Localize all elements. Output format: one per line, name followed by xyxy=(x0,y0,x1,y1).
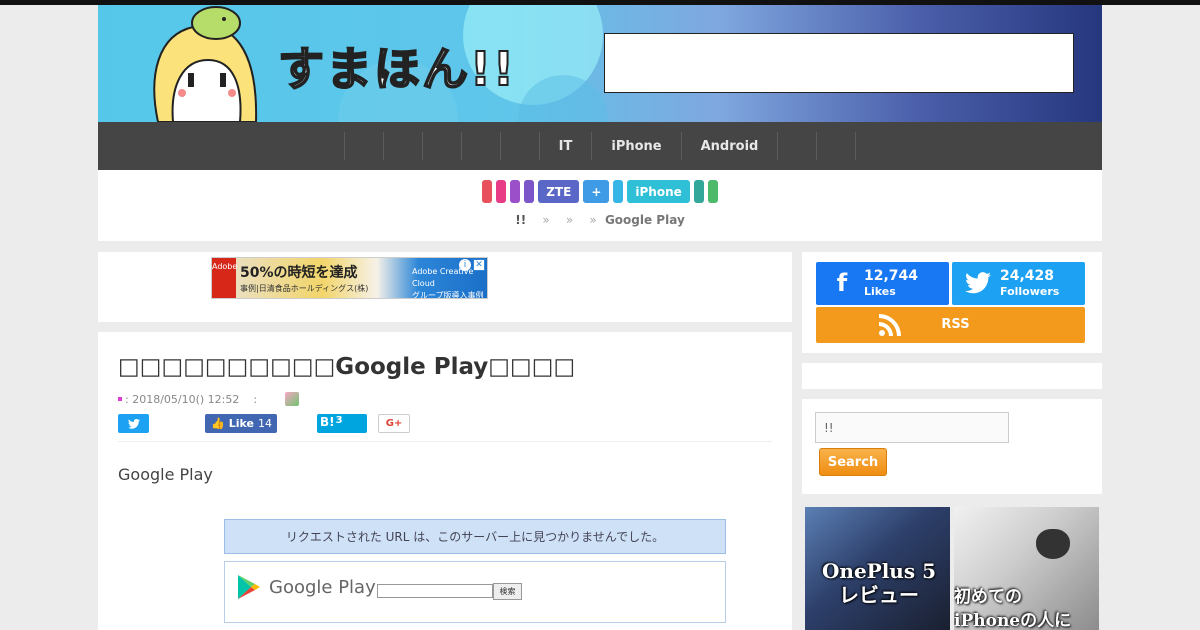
twitter-icon xyxy=(964,269,992,297)
tag-bar: ZTE + iPhone !! » » » Google Play xyxy=(98,170,1102,241)
thumbnail-caption: OnePlus 5 レビュー xyxy=(819,559,939,607)
breadcrumb-separator: » xyxy=(565,213,574,227)
twitter-label: Followers xyxy=(1000,285,1060,298)
google-play-search-button: 検索 xyxy=(493,583,522,600)
facebook-count: 12,744 xyxy=(864,268,919,284)
nav-item-iphone[interactable]: iPhone xyxy=(591,132,680,160)
tag-plus[interactable]: + xyxy=(583,180,610,203)
nav-item-10[interactable] xyxy=(816,132,857,160)
hatena-label: B! xyxy=(320,415,335,429)
thumbnail-caption-line1: 初めての xyxy=(954,587,1022,607)
nav-item-2[interactable] xyxy=(382,132,422,160)
thumbnail-caption-line2: iPhoneの人に xyxy=(954,611,1072,630)
nav-item-android[interactable]: Android xyxy=(680,132,778,160)
rss-label: RSS xyxy=(941,317,970,332)
adobe-logo: Adobe xyxy=(212,258,237,298)
sidebar: f 12,744 Likes 24,428 Followers RSS Sear… xyxy=(802,252,1102,494)
author-separator: : xyxy=(253,392,258,406)
date-bullet-icon xyxy=(118,397,122,401)
author-avatar[interactable] xyxy=(285,392,300,406)
breadcrumb-home[interactable]: !! xyxy=(515,213,526,227)
article: □□□□□□□□□□Google Play□□□□ : 2018/05/10()… xyxy=(98,332,792,630)
twitter-share-button[interactable] xyxy=(118,414,149,433)
facebook-like-button[interactable]: 👍 Like 14 xyxy=(205,414,277,433)
ad-subtext: 事例|日清食品ホールディングス(株) xyxy=(240,284,369,293)
main-column: Adobe 50%の時短を達成 事例|日清食品ホールディングス(株) Adobe… xyxy=(98,252,792,630)
tag-item-10[interactable] xyxy=(707,180,718,203)
breadcrumb-separator: » xyxy=(589,213,597,227)
thumbnail-oneplus5[interactable]: OnePlus 5 レビュー xyxy=(805,507,950,630)
facebook-follow-button[interactable]: f 12,744 Likes xyxy=(816,262,949,305)
ad-info-icon[interactable]: i xyxy=(459,259,471,271)
nav-item-it[interactable]: IT xyxy=(538,132,592,160)
fb-like-count: 14 xyxy=(257,417,272,430)
mascot-illustration xyxy=(153,6,258,122)
embedded-screenshot-notfound: リクエストされた URL は、このサーバー上に見つかりませんでした。 xyxy=(224,519,726,554)
article-meta: : 2018/05/10() 12:52 : xyxy=(118,392,300,406)
breadcrumb-current: Google Play xyxy=(604,213,685,227)
nav-item-4[interactable] xyxy=(460,132,500,160)
share-bar: 👍 Like 14 B! 3 G+ xyxy=(118,414,772,442)
social-box: f 12,744 Likes 24,428 Followers RSS xyxy=(802,252,1102,353)
nav-item-5[interactable] xyxy=(499,132,539,160)
tag-item-1[interactable] xyxy=(482,180,493,203)
thumbnail-first-iphone[interactable]: 初めての iPhoneの人に xyxy=(954,507,1099,630)
breadcrumb-separator: » xyxy=(542,213,550,227)
embedded-screenshot-google-play: Google Play 検索 xyxy=(224,561,726,623)
hatena-bookmark-button[interactable]: B! 3 xyxy=(317,414,367,433)
ad-right-line2: グループ版導入事例 xyxy=(412,291,484,299)
apple-logo-icon xyxy=(1036,529,1070,559)
breadcrumb: !! » » » Google Play xyxy=(98,213,1102,227)
article-date: : 2018/05/10() 12:52 xyxy=(125,392,240,406)
search-button[interactable]: Search xyxy=(819,448,887,476)
ad-close-icon[interactable]: ✕ xyxy=(473,259,485,271)
sidebar-search: Search xyxy=(802,399,1102,494)
thumbs-up-icon: 👍 xyxy=(211,417,225,430)
ad-box: Adobe 50%の時短を達成 事例|日清食品ホールディングス(株) Adobe… xyxy=(98,252,792,322)
header-ad-slot[interactable] xyxy=(604,33,1074,93)
google-play-triangle-icon xyxy=(238,575,260,599)
twitter-follow-button[interactable]: 24,428 Followers xyxy=(952,262,1085,305)
google-plus-button[interactable]: G+ xyxy=(378,414,410,433)
search-input[interactable] xyxy=(815,412,1009,443)
rss-button[interactable]: RSS xyxy=(816,307,1085,343)
banner-ad[interactable]: Adobe 50%の時短を達成 事例|日清食品ホールディングス(株) Adobe… xyxy=(211,257,488,299)
tag-item-4[interactable] xyxy=(524,180,535,203)
sidebar-blank-widget xyxy=(802,363,1102,389)
google-play-wordmark: Google Play xyxy=(269,576,376,598)
google-play-logo: Google Play xyxy=(237,574,376,600)
tag-item-9[interactable] xyxy=(693,180,704,203)
twitter-bird-icon xyxy=(127,418,140,429)
article-title: □□□□□□□□□□Google Play□□□□ xyxy=(118,354,576,380)
nav-item-9[interactable] xyxy=(777,132,816,160)
fb-like-label: Like xyxy=(228,417,254,430)
tag-item-7[interactable] xyxy=(613,180,624,203)
tag-list: ZTE + iPhone xyxy=(98,180,1102,203)
site-header: すまほん!! xyxy=(98,5,1102,122)
hatena-count: 3 xyxy=(335,415,343,426)
google-play-search-input xyxy=(377,584,493,598)
site-logo-text[interactable]: すまほん!! xyxy=(277,33,516,99)
tag-item-2[interactable] xyxy=(496,180,507,203)
article-body-text: Google Play xyxy=(118,465,213,484)
thumbnail-caption-line1: OnePlus 5 xyxy=(821,559,936,583)
facebook-label: Likes xyxy=(864,285,896,298)
main-nav: IT iPhone Android xyxy=(98,122,1102,170)
tag-item-3[interactable] xyxy=(510,180,521,203)
facebook-icon: f xyxy=(836,269,848,297)
thumbnail-caption-line2: レビュー xyxy=(839,583,919,607)
sidebar-thumbnails: OnePlus 5 レビュー 初めての iPhoneの人に xyxy=(805,507,1099,630)
tag-iphone[interactable]: iPhone xyxy=(627,180,690,203)
nav-item-1[interactable] xyxy=(343,132,383,160)
tag-zte[interactable]: ZTE xyxy=(538,180,580,203)
ad-headline: 50%の時短を達成 xyxy=(240,265,358,281)
site-wrapper: すまほん!! IT iPhone Android ZTE + iPhone !! »… xyxy=(98,5,1102,241)
twitter-count: 24,428 xyxy=(1000,268,1055,284)
thumbnail-caption: 初めての iPhoneの人に xyxy=(954,585,1071,630)
nav-item-3[interactable] xyxy=(421,132,461,160)
